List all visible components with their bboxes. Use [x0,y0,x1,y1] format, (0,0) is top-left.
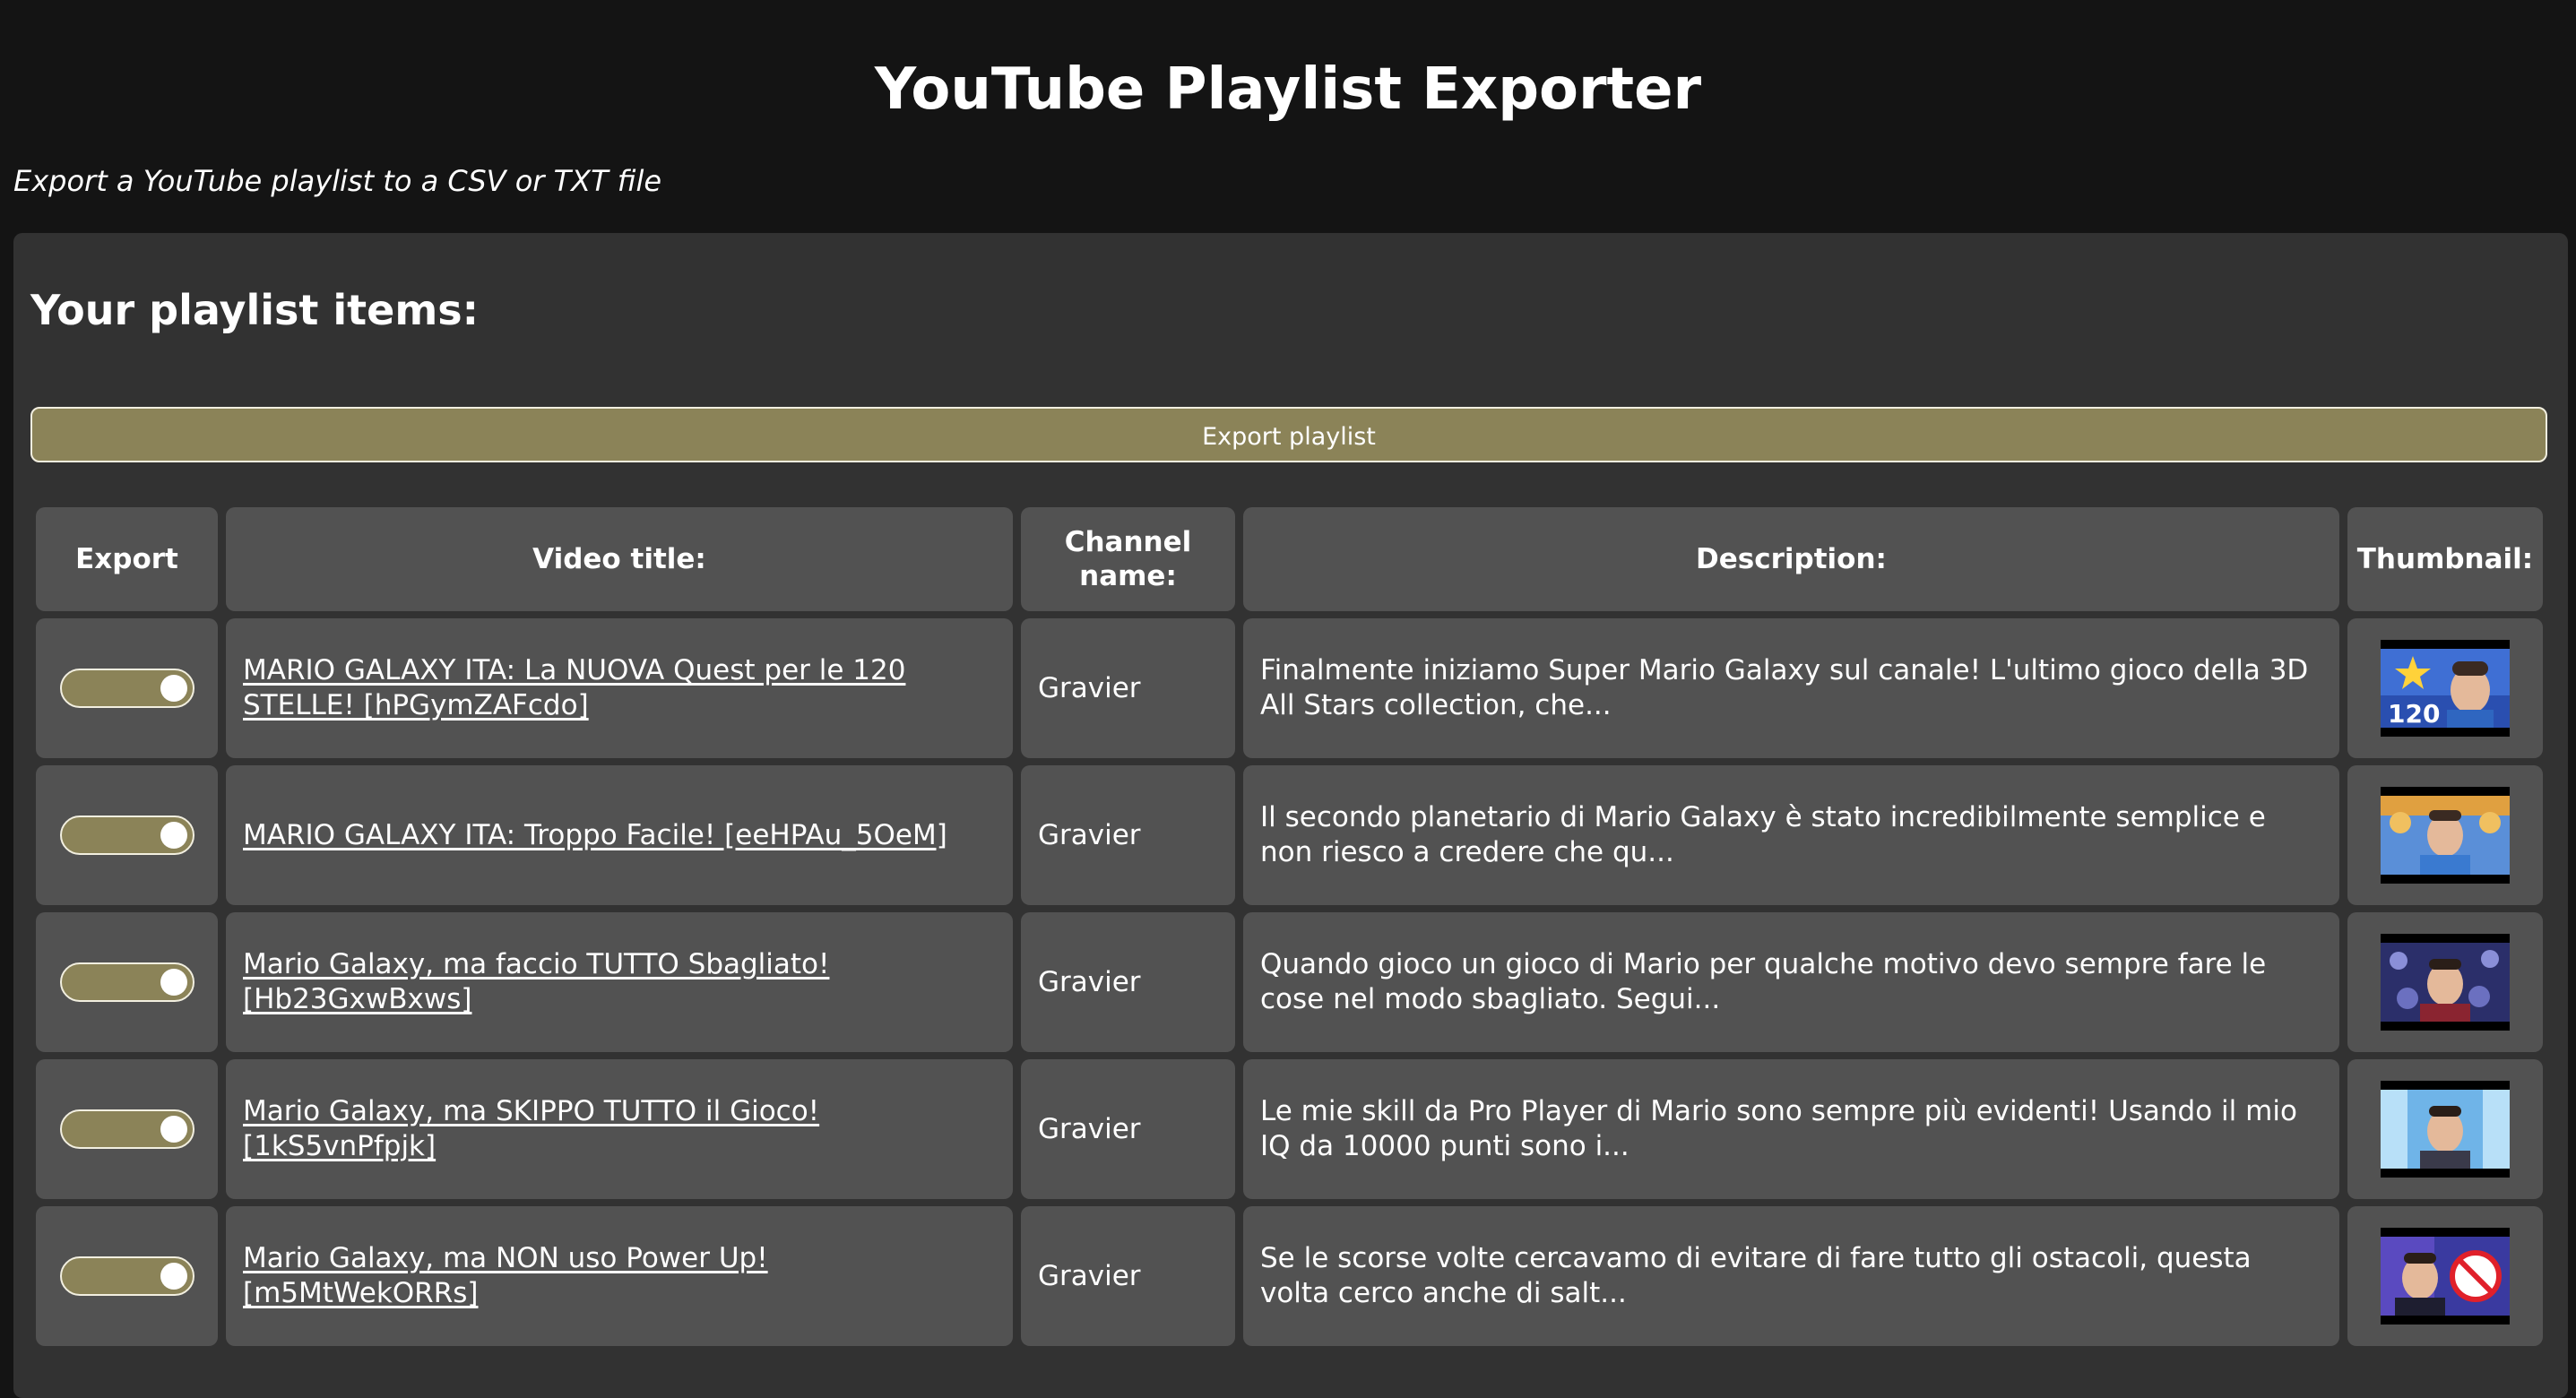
playlist-table: Export Video title: Channel name: Descri… [36,507,2543,1353]
toggle-knob [160,1263,187,1290]
table-row: MARIO GALAXY ITA: La NUOVA Quest per le … [36,618,2543,758]
column-header-channel-name: Channel name: [1021,507,1235,611]
thumbnail-cell [2347,912,2543,1052]
export-cell [36,618,218,758]
column-header-video-title: Video title: [226,507,1013,611]
video-thumbnail-icon[interactable] [2381,934,2510,1031]
description-cell: Quando gioco un gioco di Mario per qualc… [1243,912,2339,1052]
toggle-knob [160,969,187,996]
channel-name-cell: Gravier [1021,912,1235,1052]
table-row: Mario Galaxy, ma NON uso Power Up! [m5Mt… [36,1206,2543,1346]
description-cell: Il secondo planetario di Mario Galaxy è … [1243,765,2339,905]
description-cell: Finalmente iniziamo Super Mario Galaxy s… [1243,618,2339,758]
table-header-row: Export Video title: Channel name: Descri… [36,507,2543,611]
page-title: YouTube Playlist Exporter [874,56,1702,123]
thumbnail-cell: 120 [2347,618,2543,758]
video-thumbnail-icon[interactable] [2381,787,2510,884]
video-title-cell: Mario Galaxy, ma NON uso Power Up! [m5Mt… [226,1206,1013,1346]
video-title-link[interactable]: Mario Galaxy, ma SKIPPO TUTTO il Gioco! … [243,1094,996,1164]
export-cell [36,1206,218,1346]
table-row: Mario Galaxy, ma SKIPPO TUTTO il Gioco! … [36,1059,2543,1199]
thumbnail-cell [2347,1059,2543,1199]
toggle-knob [160,675,187,702]
playlist-heading: Your playlist items: [30,286,480,334]
table-row: MARIO GALAXY ITA: Troppo Facile! [eeHPAu… [36,765,2543,905]
video-title-cell: MARIO GALAXY ITA: La NUOVA Quest per le … [226,618,1013,758]
description-cell: Le mie skill da Pro Player di Mario sono… [1243,1059,2339,1199]
channel-name-cell: Gravier [1021,1206,1235,1346]
video-thumbnail-icon[interactable]: 120 [2381,640,2510,737]
channel-name-cell: Gravier [1021,1059,1235,1199]
export-toggle[interactable] [59,1256,194,1296]
toggle-knob [160,1116,187,1143]
column-header-description: Description: [1243,507,2339,611]
export-playlist-button[interactable]: Export playlist [30,407,2547,462]
video-title-cell: Mario Galaxy, ma SKIPPO TUTTO il Gioco! … [226,1059,1013,1199]
export-toggle[interactable] [59,816,194,855]
column-header-thumbnail: Thumbnail: [2347,507,2543,611]
table-row: Mario Galaxy, ma faccio TUTTO Sbagliato!… [36,912,2543,1052]
toggle-knob [160,822,187,849]
export-cell [36,765,218,905]
video-title-link[interactable]: MARIO GALAXY ITA: Troppo Facile! [eeHPAu… [243,818,947,853]
page-subtitle: Export a YouTube playlist to a CSV or TX… [13,164,662,198]
export-toggle[interactable] [59,1109,194,1149]
playlist-panel: Your playlist items: Export playlist Exp… [13,233,2568,1398]
thumbnail-text: 120 [2388,699,2440,728]
column-header-export: Export [36,507,218,611]
export-cell [36,912,218,1052]
export-toggle[interactable] [59,669,194,708]
export-toggle[interactable] [59,962,194,1002]
video-title-link[interactable]: MARIO GALAXY ITA: La NUOVA Quest per le … [243,653,996,723]
channel-name-cell: Gravier [1021,765,1235,905]
video-thumbnail-icon[interactable] [2381,1081,2510,1178]
video-title-cell: Mario Galaxy, ma faccio TUTTO Sbagliato!… [226,912,1013,1052]
thumbnail-cell [2347,765,2543,905]
video-title-link[interactable]: Mario Galaxy, ma NON uso Power Up! [m5Mt… [243,1241,996,1311]
description-cell: Se le scorse volte cercavamo di evitare … [1243,1206,2339,1346]
video-thumbnail-icon[interactable] [2381,1228,2510,1325]
thumbnail-cell [2347,1206,2543,1346]
channel-name-cell: Gravier [1021,618,1235,758]
export-cell [36,1059,218,1199]
video-title-cell: MARIO GALAXY ITA: Troppo Facile! [eeHPAu… [226,765,1013,905]
video-title-link[interactable]: Mario Galaxy, ma faccio TUTTO Sbagliato!… [243,947,996,1017]
